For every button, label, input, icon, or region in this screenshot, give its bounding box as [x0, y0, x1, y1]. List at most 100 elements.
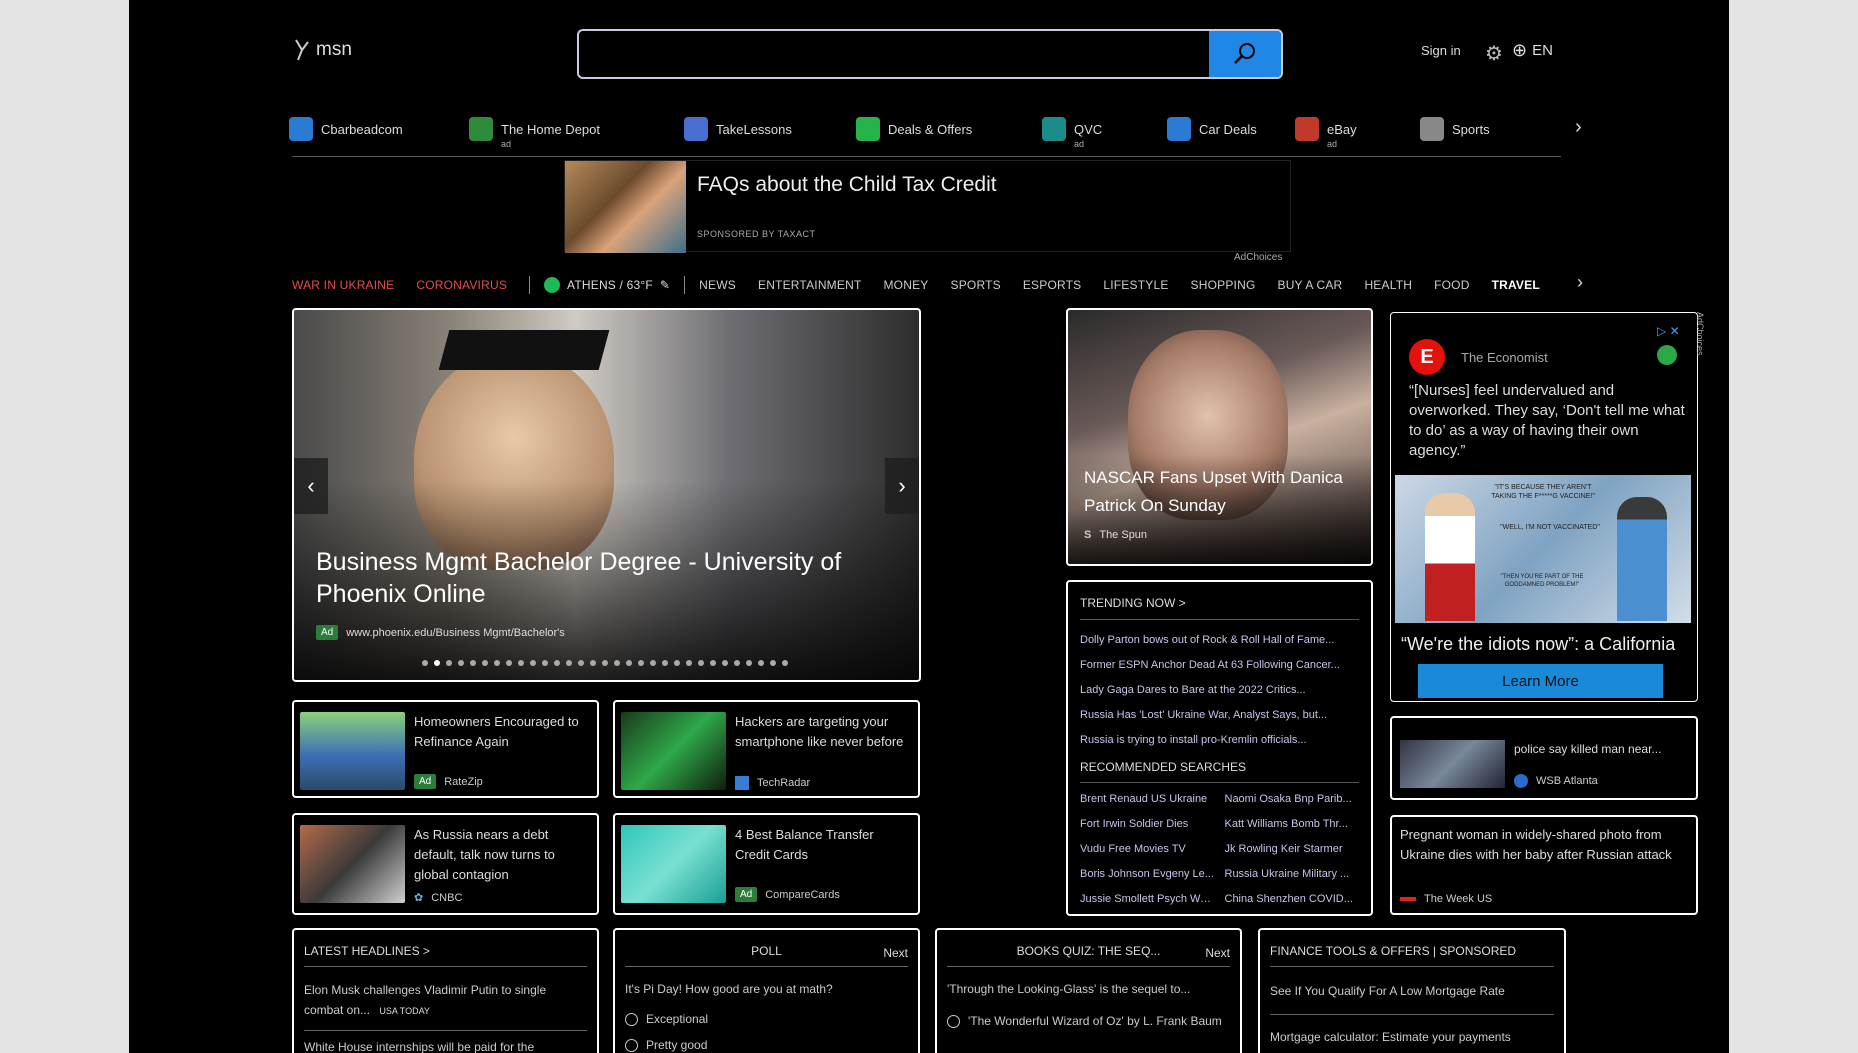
nav-item[interactable]: MONEY [883, 278, 928, 292]
carousel-dot[interactable] [422, 660, 428, 666]
finance-item[interactable]: Mortgage calculator: Estimate your payme… [1270, 1030, 1511, 1044]
quiz-next-button[interactable]: Next [1205, 946, 1230, 960]
nav-item[interactable]: BUY A CAR [1277, 278, 1342, 292]
carousel-dot[interactable] [734, 660, 740, 666]
recommended-search-item[interactable]: Vudu Free Movies TV [1080, 837, 1215, 862]
carousel-dot[interactable] [518, 660, 524, 666]
radio-button[interactable] [625, 1013, 638, 1027]
nav-item[interactable]: SPORTS [951, 278, 1001, 292]
trending-heading[interactable]: TRENDING NOW > [1080, 596, 1359, 620]
nav-item-coronavirus[interactable]: CORONAVIRUS [416, 278, 507, 292]
carousel-dot[interactable] [698, 660, 704, 666]
trending-item[interactable]: Russia Has 'Lost' Ukraine War, Analyst S… [1080, 703, 1359, 728]
poll-option[interactable]: Pretty good [625, 1038, 707, 1053]
carousel-dot[interactable] [662, 660, 668, 666]
quick-link-item[interactable]: QVC ad [1042, 117, 1102, 149]
search-box[interactable] [577, 29, 1283, 79]
edit-location-pencil-icon[interactable]: ✎ [660, 278, 670, 292]
trending-item[interactable]: Lady Gaga Dares to Bare at the 2022 Crit… [1080, 678, 1359, 703]
nav-item[interactable]: NEWS [699, 278, 736, 292]
carousel-dot[interactable] [530, 660, 536, 666]
nav-item[interactable]: HEALTH [1364, 278, 1412, 292]
carousel-dot[interactable] [590, 660, 596, 666]
hero-ad-url[interactable]: www.phoenix.edu/Business Mgmt/Bachelor's [346, 627, 565, 639]
carousel-dot[interactable] [542, 660, 548, 666]
carousel-dot[interactable] [782, 660, 788, 666]
carousel-dot[interactable] [446, 660, 452, 666]
nav-item[interactable]: LIFESTYLE [1103, 278, 1168, 292]
economist-ad[interactable]: E The Economist “[Nurses] feel undervalu… [1390, 312, 1698, 702]
quick-link-item[interactable]: Deals & Offers [856, 117, 972, 141]
child-tax-credit-banner-ad[interactable]: FAQs about the Child Tax Credit SPONSORE… [564, 160, 1291, 253]
week-news-card[interactable]: Pregnant woman in widely-shared photo fr… [1390, 815, 1698, 915]
quick-link-item[interactable]: The Home Depot ad [469, 117, 600, 149]
carousel-dot[interactable] [674, 660, 680, 666]
trending-item[interactable]: Russia is trying to install pro-Kremlin … [1080, 728, 1359, 753]
radio-button[interactable] [625, 1039, 638, 1053]
recommended-search-item[interactable]: Russia Ukraine Military ... [1225, 862, 1360, 887]
carousel-dot[interactable] [554, 660, 560, 666]
recommended-search-item[interactable]: Brent Renaud US Ukraine [1080, 787, 1215, 812]
recommended-search-item[interactable]: Boris Johnson Evgeny Le... [1080, 862, 1215, 887]
carousel-dot[interactable] [650, 660, 656, 666]
nav-item[interactable]: FOOD [1434, 278, 1469, 292]
quick-link-item[interactable]: eBay ad [1295, 117, 1357, 149]
adchoices-vertical-label[interactable]: AdChoices [1695, 312, 1705, 356]
ad-close-icon[interactable]: ▷ ✕ [1657, 324, 1680, 338]
hero-carousel[interactable]: ‹ › Business Mgmt Bachelor Degree - Univ… [292, 308, 921, 682]
nav-item[interactable]: SHOPPING [1191, 278, 1256, 292]
quick-links-next-chevron-icon[interactable]: › [1575, 116, 1582, 139]
carousel-prev-button[interactable]: ‹ [294, 458, 328, 514]
carousel-dot[interactable] [626, 660, 632, 666]
recommended-search-item[interactable]: Katt Williams Bomb Thr... [1225, 812, 1360, 837]
carousel-dot[interactable] [494, 660, 500, 666]
learn-more-button[interactable]: Learn More [1418, 664, 1663, 698]
search-input[interactable] [587, 37, 1197, 71]
carousel-dot[interactable] [578, 660, 584, 666]
recommended-search-item[interactable]: Fort Irwin Soldier Dies [1080, 812, 1215, 837]
poll-option[interactable]: Exceptional [625, 1012, 708, 1027]
carousel-dot[interactable] [686, 660, 692, 666]
news-card[interactable]: 4 Best Balance Transfer Credit Cards Ad … [613, 813, 920, 915]
recommended-search-item[interactable]: China Shenzhen COVID... [1225, 887, 1360, 912]
news-card[interactable]: Homeowners Encouraged to Refinance Again… [292, 700, 599, 798]
radio-button[interactable] [947, 1015, 960, 1029]
search-button[interactable] [1209, 31, 1281, 77]
finance-item[interactable]: See If You Qualify For A Low Mortgage Ra… [1270, 984, 1505, 998]
recommended-search-item[interactable]: Jk Rowling Keir Starmer [1225, 837, 1360, 862]
quick-link-item[interactable]: TakeLessons [684, 117, 792, 141]
quick-link-item[interactable]: Sports [1420, 117, 1490, 141]
sign-in-link[interactable]: Sign in [1421, 43, 1461, 58]
recommended-search-item[interactable]: Jussie Smollett Psych Wa... [1080, 887, 1215, 912]
news-card[interactable]: Hackers are targeting your smartphone li… [613, 700, 920, 798]
msn-logo[interactable]: msn [292, 38, 352, 62]
settings-gear-icon[interactable]: ⚙ [1485, 41, 1503, 66]
nascar-feature-card[interactable]: NASCAR Fans Upset With Danica Patrick On… [1066, 308, 1373, 566]
carousel-dot[interactable] [506, 660, 512, 666]
carousel-dot[interactable] [458, 660, 464, 666]
quick-link-item[interactable]: Car Deals [1167, 117, 1257, 141]
trending-item[interactable]: Former ESPN Anchor Dead At 63 Following … [1080, 653, 1359, 678]
nav-item[interactable]: ESPORTS [1023, 278, 1082, 292]
quiz-option[interactable]: 'The Wonderful Wizard of Oz' by L. Frank… [947, 1012, 1227, 1030]
carousel-dot[interactable] [638, 660, 644, 666]
quick-link-item[interactable]: Cbarbeadcom [289, 117, 403, 141]
carousel-dot[interactable] [758, 660, 764, 666]
poll-next-button[interactable]: Next [883, 946, 908, 960]
news-card[interactable]: As Russia nears a debt default, talk now… [292, 813, 599, 915]
carousel-dot[interactable] [614, 660, 620, 666]
carousel-dot[interactable] [602, 660, 608, 666]
trending-item[interactable]: Dolly Parton bows out of Rock & Roll Hal… [1080, 628, 1359, 653]
headline-item[interactable]: Elon Musk challenges Vladimir Putin to s… [304, 980, 584, 1021]
carousel-dot[interactable] [710, 660, 716, 666]
nav-item-travel[interactable]: TRAVEL [1492, 278, 1540, 292]
carousel-dot[interactable] [566, 660, 572, 666]
nav-item-war-in-ukraine[interactable]: WAR IN UKRAINE [292, 278, 394, 292]
wsb-news-card[interactable]: police say killed man near... WSB Atlant… [1390, 716, 1698, 800]
headline-item[interactable]: White House internships will be paid for… [304, 1040, 584, 1053]
adchoices-link[interactable]: AdChoices [1234, 252, 1282, 263]
latest-headlines-heading[interactable]: LATEST HEADLINES > [304, 944, 430, 958]
carousel-next-button[interactable]: › [885, 458, 919, 514]
carousel-dot[interactable] [470, 660, 476, 666]
language-selector[interactable]: ⊕ EN [1512, 40, 1553, 61]
